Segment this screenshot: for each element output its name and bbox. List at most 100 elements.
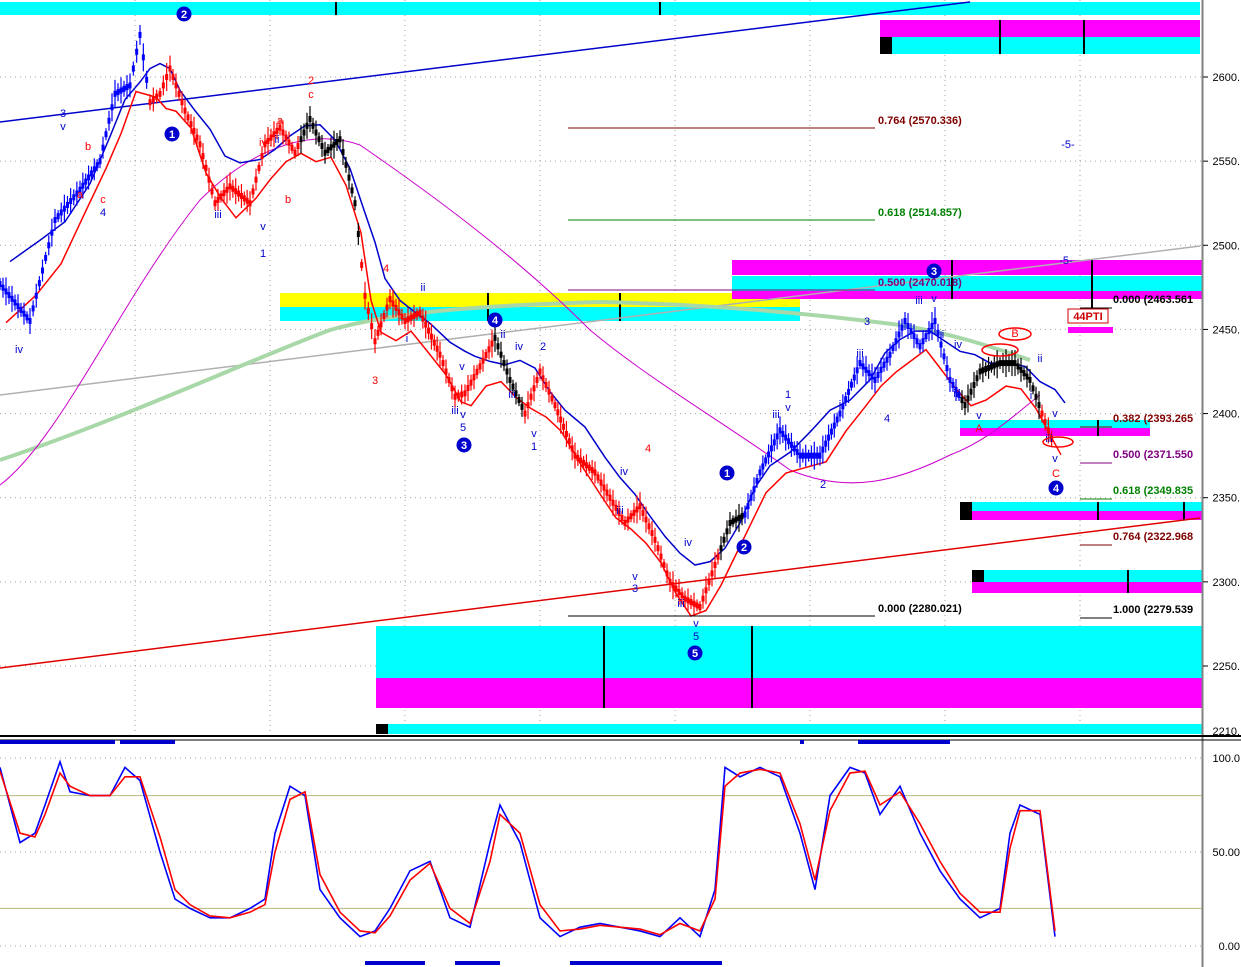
wave-label: i xyxy=(1030,390,1032,402)
price-body xyxy=(424,321,428,328)
price-body xyxy=(412,312,416,319)
wave-label: ii xyxy=(275,134,280,146)
price-body xyxy=(204,164,208,171)
price-body xyxy=(824,440,828,447)
price-body xyxy=(275,127,279,134)
price-body xyxy=(713,562,717,569)
price-body xyxy=(198,141,202,148)
price-body xyxy=(237,190,241,197)
price-body xyxy=(363,292,367,299)
pti-label: 44PTI xyxy=(1073,311,1102,323)
wave-label: iii xyxy=(677,598,684,610)
price-body xyxy=(570,445,574,452)
price-body xyxy=(165,74,169,80)
price-body xyxy=(743,511,747,518)
price-body xyxy=(323,149,327,156)
axis-bg xyxy=(1203,0,1241,967)
price-body xyxy=(553,402,557,409)
wave-circle-label: 3 xyxy=(931,266,937,278)
price-body xyxy=(281,129,285,136)
price-body xyxy=(844,396,848,403)
wave-label: 2 xyxy=(820,479,826,491)
price-body xyxy=(596,474,600,481)
wave-label: 4 xyxy=(645,443,651,455)
price-body xyxy=(784,434,788,441)
price-body xyxy=(579,457,583,464)
zone-d-black xyxy=(972,570,984,582)
zone-d-magenta xyxy=(972,582,1202,593)
wave-label: v xyxy=(531,428,537,440)
y-tick-label: 2600. xyxy=(1212,72,1240,84)
price-body xyxy=(296,142,300,149)
price-body xyxy=(1004,360,1008,367)
price-body xyxy=(87,174,91,181)
price-body xyxy=(391,300,395,307)
price-body xyxy=(801,452,805,459)
y-tick-label: 2450. xyxy=(1212,324,1240,336)
price-body xyxy=(939,341,943,348)
price-body xyxy=(210,188,214,195)
wave-label: 3 xyxy=(864,316,870,328)
price-body xyxy=(529,393,533,400)
price-body xyxy=(394,304,398,311)
wave-label-misc: -5- xyxy=(1059,255,1073,267)
wave-label: v xyxy=(1052,453,1058,465)
wave-label: 4 xyxy=(383,263,389,275)
price-body xyxy=(122,85,126,92)
wave-label: iii xyxy=(214,209,221,221)
price-body xyxy=(576,455,580,462)
price-body xyxy=(930,323,934,330)
price-body xyxy=(447,376,451,383)
wave-label: v xyxy=(460,409,466,421)
price-body xyxy=(242,195,246,202)
price-body xyxy=(541,375,545,382)
price-body xyxy=(429,333,433,340)
price-body xyxy=(453,393,457,400)
wave-circle-label: 1 xyxy=(724,468,730,480)
price-body xyxy=(629,513,633,520)
price-body xyxy=(807,452,811,459)
wave-labels: 1234512343vivba c4 iiiv1abiv ii2c43iiiviii v… xyxy=(15,6,1109,661)
y-tick-label: 2300. xyxy=(1212,577,1240,589)
price-body xyxy=(547,388,551,395)
price-body xyxy=(84,178,88,185)
price-body xyxy=(360,261,364,268)
price-body xyxy=(562,423,566,430)
zone-topright-black xyxy=(880,37,892,54)
price-body xyxy=(829,428,833,435)
price-body xyxy=(638,503,642,510)
wave-label-misc: -5- xyxy=(1061,139,1075,151)
price-body xyxy=(119,87,123,94)
stochastic-panel: 0.00 50.00 100.0 xyxy=(0,735,1241,965)
price-body xyxy=(326,147,330,154)
price-body xyxy=(734,516,738,523)
price-body xyxy=(632,509,636,516)
price-body xyxy=(1037,402,1041,409)
price-body xyxy=(66,201,69,208)
wave-label: b xyxy=(85,141,91,153)
price-body xyxy=(767,451,771,458)
zone-bottom-strip xyxy=(376,724,1202,734)
price-body xyxy=(92,166,96,173)
price-body xyxy=(882,361,886,368)
price-body xyxy=(356,231,360,238)
zone-right-magenta xyxy=(732,260,1202,275)
price-chart[interactable]: 0.764 (2570.336) 0.618 (2514.857) 0.500 (2… xyxy=(0,0,1241,967)
price-body xyxy=(755,477,759,484)
price-body xyxy=(320,142,324,149)
price-body xyxy=(668,578,672,585)
price-body xyxy=(418,309,422,316)
price-body xyxy=(804,452,808,459)
price-body xyxy=(329,144,333,151)
price-body xyxy=(151,96,155,103)
price-body xyxy=(409,314,413,321)
wave-label: v xyxy=(785,402,791,414)
wave-label: 2 xyxy=(540,341,546,353)
price-body xyxy=(1034,393,1038,400)
wave-label: B xyxy=(1011,328,1018,340)
price-body xyxy=(599,479,603,486)
price-body xyxy=(641,509,645,516)
price-body xyxy=(674,585,678,592)
y-tick-label-lower: 100.0 xyxy=(1212,753,1240,765)
price-body xyxy=(635,506,639,513)
